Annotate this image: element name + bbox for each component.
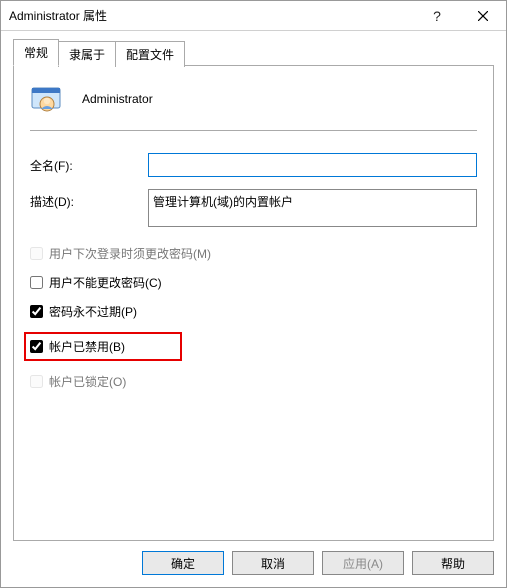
ok-button[interactable]: 确定	[142, 551, 224, 575]
tab-strip: 常规 隶属于 配置文件	[13, 39, 494, 66]
ok-button-label: 确定	[171, 557, 195, 571]
tab-member-of-label: 隶属于	[69, 48, 105, 62]
check-must-change-password: 用户下次登录时须更改密码(M)	[30, 245, 477, 262]
check-account-locked-label: 帐户已锁定(O)	[49, 373, 126, 390]
tab-profile[interactable]: 配置文件	[115, 41, 185, 67]
checkbox-never-expires[interactable]	[30, 305, 43, 318]
description-label: 描述(D):	[30, 189, 148, 210]
user-header: Administrator	[30, 82, 477, 116]
checkbox-account-locked	[30, 375, 43, 388]
checkbox-must-change	[30, 247, 43, 260]
tab-panel-general: Administrator 全名(F): 描述(D): 管理计算机(域)的内置帐…	[13, 65, 494, 541]
apply-button[interactable]: 应用(A)	[322, 551, 404, 575]
tab-general-label: 常规	[24, 46, 48, 60]
separator	[30, 130, 477, 131]
tab-profile-label: 配置文件	[126, 48, 174, 62]
cancel-button-label: 取消	[261, 557, 285, 571]
check-cannot-change-label: 用户不能更改密码(C)	[49, 274, 162, 291]
dialog-body: 常规 隶属于 配置文件 Administrator 全名(F):	[1, 31, 506, 541]
apply-button-label: 应用(A)	[343, 557, 383, 571]
titlebar: Administrator 属性 ?	[1, 1, 506, 31]
close-icon	[478, 11, 488, 21]
check-account-disabled[interactable]: 帐户已禁用(B)	[30, 338, 174, 355]
user-name: Administrator	[82, 92, 153, 106]
check-password-never-expires[interactable]: 密码永不过期(P)	[30, 303, 477, 320]
fullname-input[interactable]	[148, 153, 477, 177]
checkbox-account-disabled[interactable]	[30, 340, 43, 353]
check-account-disabled-label: 帐户已禁用(B)	[49, 338, 125, 355]
user-icon	[30, 82, 64, 116]
check-cannot-change-password[interactable]: 用户不能更改密码(C)	[30, 274, 477, 291]
dialog-footer: 确定 取消 应用(A) 帮助	[1, 541, 506, 587]
close-button[interactable]	[460, 1, 506, 31]
check-account-locked: 帐户已锁定(O)	[30, 373, 477, 390]
tab-member-of[interactable]: 隶属于	[58, 41, 116, 67]
dialog-window: Administrator 属性 ? 常规 隶属于 配置文件	[0, 0, 507, 588]
checkbox-cannot-change[interactable]	[30, 276, 43, 289]
fullname-label: 全名(F):	[30, 153, 148, 174]
highlight-account-disabled: 帐户已禁用(B)	[24, 332, 182, 361]
help-button[interactable]: 帮助	[412, 551, 494, 575]
check-must-change-label: 用户下次登录时须更改密码(M)	[49, 245, 211, 262]
help-button-label: 帮助	[441, 557, 465, 571]
check-never-expires-label: 密码永不过期(P)	[49, 303, 137, 320]
cancel-button[interactable]: 取消	[232, 551, 314, 575]
description-input[interactable]: 管理计算机(域)的内置帐户	[148, 189, 477, 227]
row-description: 描述(D): 管理计算机(域)的内置帐户	[30, 189, 477, 227]
context-help-button[interactable]: ?	[414, 1, 460, 31]
checkbox-group: 用户下次登录时须更改密码(M) 用户不能更改密码(C) 密码永不过期(P) 帐户…	[30, 245, 477, 390]
window-title: Administrator 属性	[9, 7, 414, 24]
tab-general[interactable]: 常规	[13, 39, 59, 66]
row-fullname: 全名(F):	[30, 153, 477, 177]
